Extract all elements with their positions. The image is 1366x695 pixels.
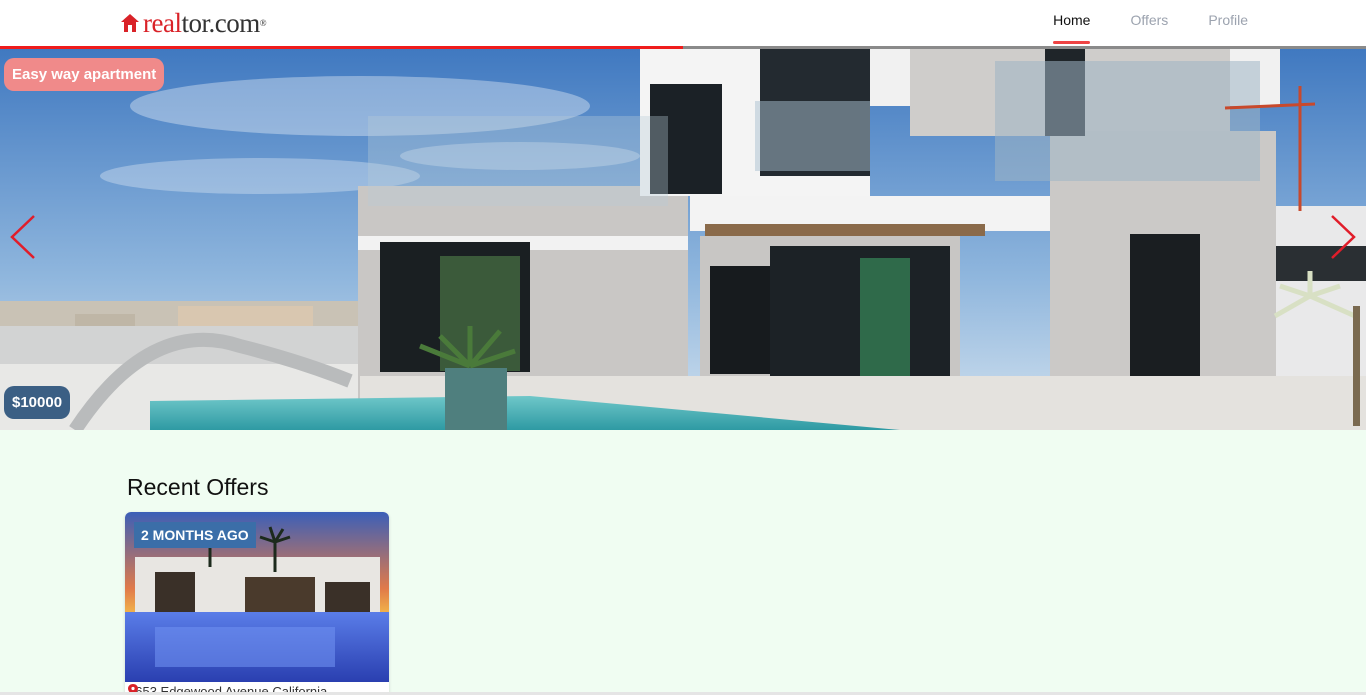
- slide-progress-bar: [0, 46, 683, 49]
- hero-title-tag: Easy way apartment: [4, 58, 165, 91]
- offer-time-badge: 2 MONTHS AGO: [134, 522, 256, 548]
- main-nav: Home Offers Profile: [1013, 0, 1248, 46]
- chevron-right-icon[interactable]: [1328, 214, 1358, 260]
- offer-card[interactable]: 2 MONTHS AGO 2653 Edgewood Avenue Califo…: [125, 512, 389, 695]
- hero-house-image: [0, 46, 1366, 430]
- logo-reg-mark: ®: [259, 18, 267, 28]
- realtor-logo[interactable]: realtor.com®: [120, 8, 267, 38]
- nav-offers[interactable]: Offers: [1130, 0, 1168, 46]
- logo-wordmark: realtor.com®: [143, 8, 267, 38]
- hero-price-tag: $10000: [4, 386, 71, 419]
- hero-slider: Easy way apartment $10000: [0, 46, 1366, 430]
- house-logo-icon: [121, 14, 139, 32]
- logo-text-tor: tor.com: [181, 8, 260, 38]
- top-header: realtor.com® Home Offers Profile: [0, 0, 1366, 46]
- recent-offers-heading: Recent Offers: [127, 474, 269, 500]
- nav-home[interactable]: Home: [1053, 0, 1091, 46]
- logo-text-real: real: [143, 8, 182, 38]
- nav-profile[interactable]: Profile: [1208, 0, 1248, 46]
- chevron-left-icon[interactable]: [8, 214, 38, 260]
